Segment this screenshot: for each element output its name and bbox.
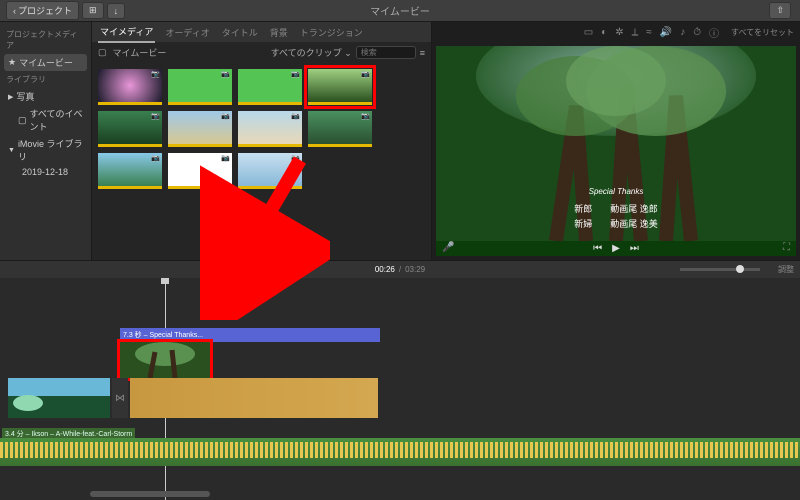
import-button[interactable]: ↓ [107, 3, 126, 19]
sidebar: プロジェクトメディア ★マイムービー ライブラリ ▶写真 ▢すべてのイベント ▼… [0, 22, 92, 260]
filter-dropdown[interactable]: すべてのクリップ ⌄ [271, 46, 352, 59]
media-browser: マイメディア オーディオ タイトル 背景 トランジション ▢ マイムービー すべ… [92, 22, 432, 260]
color-correct-icon[interactable]: ✲ [615, 27, 623, 38]
overlay-icon[interactable]: ▭ [584, 27, 593, 38]
sidebar-header-project: プロジェクトメディア [4, 26, 87, 54]
sidebar-item-library[interactable]: ▼iMovie ライブラリ [4, 135, 87, 165]
video-clip[interactable] [8, 378, 110, 418]
clip-thumb-icon [120, 342, 210, 378]
overlay-video-clip[interactable] [120, 342, 210, 378]
title-overlay: Special Thanks 新郎動画尾 逸郎 新婦動画尾 逸美 [436, 187, 796, 230]
video-clip[interactable] [130, 378, 378, 418]
sidebar-header-library: ライブラリ [4, 71, 87, 88]
clip-thumb[interactable]: 📷 [98, 69, 162, 105]
preview-panel: ▭ ◐ ✲ ⟂ ≈ 🔊 ♪ ⏱ ⓘ すべてをリセット Special Thank… [432, 22, 800, 260]
camera-icon: 📷 [361, 70, 370, 78]
tab-mymedia[interactable]: マイメディア [98, 22, 155, 43]
color-balance-icon[interactable]: ◐ [601, 27, 607, 38]
clip-thumb-icon [8, 378, 110, 418]
crop-icon[interactable]: ⟂ [632, 27, 639, 38]
tab-audio[interactable]: オーディオ [163, 23, 211, 42]
info-icon[interactable]: ⓘ [709, 25, 719, 40]
title-clip[interactable]: 7.3 秒 – Special Thanks... [120, 328, 380, 342]
list-view-icon[interactable]: ≡ [420, 48, 425, 58]
back-button[interactable]: ‹プロジェクト [6, 1, 79, 20]
video-viewer[interactable]: Special Thanks 新郎動画尾 逸郎 新婦動画尾 逸美 🎤 ⏮ ▶ ⏭… [436, 46, 796, 256]
chevron-left-icon: ‹ [13, 6, 16, 16]
timecode-current: 00:26 [375, 265, 395, 274]
clip-thumb[interactable]: 📷 [238, 153, 302, 189]
sidebar-item-photos[interactable]: ▶写真 [4, 88, 87, 105]
camera-icon: 📷 [151, 154, 160, 162]
clip-thumb[interactable]: 📷 [168, 69, 232, 105]
sidebar-item-events[interactable]: ▢すべてのイベント [4, 105, 87, 135]
share-button[interactable]: ⇧ [769, 2, 791, 19]
sidebar-item-date[interactable]: 2019-12-18 [4, 165, 87, 179]
transition-icon[interactable]: ⋈ [112, 378, 128, 418]
browser-name: マイムービー [113, 46, 167, 59]
horizontal-scrollbar[interactable] [90, 491, 210, 497]
camera-icon: 📷 [151, 70, 160, 78]
tab-transitions[interactable]: トランジション [298, 23, 365, 42]
clip-thumb[interactable]: 📷 [98, 111, 162, 147]
waveform-icon [0, 442, 800, 458]
camera-icon: 📷 [221, 70, 230, 78]
tab-titles[interactable]: タイトル [220, 23, 260, 42]
search-input[interactable] [356, 46, 416, 59]
camera-icon: 📷 [291, 112, 300, 120]
clip-thumb[interactable]: 📷 [238, 69, 302, 105]
clip-thumb[interactable]: 📷 [98, 153, 162, 189]
adjust-label[interactable]: 調整 [778, 264, 794, 275]
speed-icon[interactable]: ⏱ [693, 27, 701, 38]
noise-icon[interactable]: ♪ [680, 27, 685, 38]
timeline[interactable]: 7.3 秒 – Special Thanks... ⋈ 3.4 分 – Ikso… [0, 278, 800, 500]
stabilize-icon[interactable]: ≈ [646, 27, 652, 38]
tab-backgrounds[interactable]: 背景 [268, 23, 290, 42]
camera-icon: 📷 [291, 154, 300, 162]
timeline-header: 00:26/03:29 調整 [0, 260, 800, 278]
camera-icon: 📷 [151, 112, 160, 120]
box-icon: ▢ [18, 115, 27, 126]
top-toolbar: ‹プロジェクト ⊞ ↓ マイムービー ⇧ [0, 0, 800, 22]
audio-clip[interactable] [0, 438, 800, 466]
zoom-slider[interactable] [680, 268, 760, 271]
prev-button[interactable]: ⏮ [593, 243, 602, 254]
clip-thumb[interactable]: 📷 [168, 111, 232, 147]
reset-button[interactable]: すべてをリセット [731, 27, 794, 38]
timecode-total: 03:29 [405, 265, 425, 274]
credits-title: Special Thanks [436, 187, 796, 196]
clip-thumb[interactable]: 📷 [238, 111, 302, 147]
clip-thumb-selected[interactable]: 📷 [308, 69, 372, 105]
camera-icon: 📷 [221, 154, 230, 162]
project-title: マイムービー [370, 3, 430, 18]
volume-icon[interactable]: 🔊 [660, 27, 672, 38]
clip-thumb[interactable]: 📷 [308, 111, 372, 147]
camera-icon: 📷 [291, 70, 300, 78]
disclosure-icon: ▶ [8, 93, 13, 101]
camera-icon: 📷 [361, 112, 370, 120]
media-library-button[interactable]: ⊞ [82, 2, 104, 19]
disclosure-icon: ▼ [8, 147, 15, 154]
fullscreen-icon[interactable]: ⛶ [783, 242, 790, 253]
clip-thumb[interactable]: 📷 [168, 153, 232, 189]
camera-icon: 📷 [221, 112, 230, 120]
star-icon: ★ [8, 57, 16, 68]
sidebar-item-project[interactable]: ★マイムービー [4, 54, 87, 71]
play-button[interactable]: ▶ [612, 243, 620, 254]
next-button[interactable]: ⏭ [630, 243, 639, 254]
expand-icon[interactable]: ▢ [98, 47, 107, 58]
